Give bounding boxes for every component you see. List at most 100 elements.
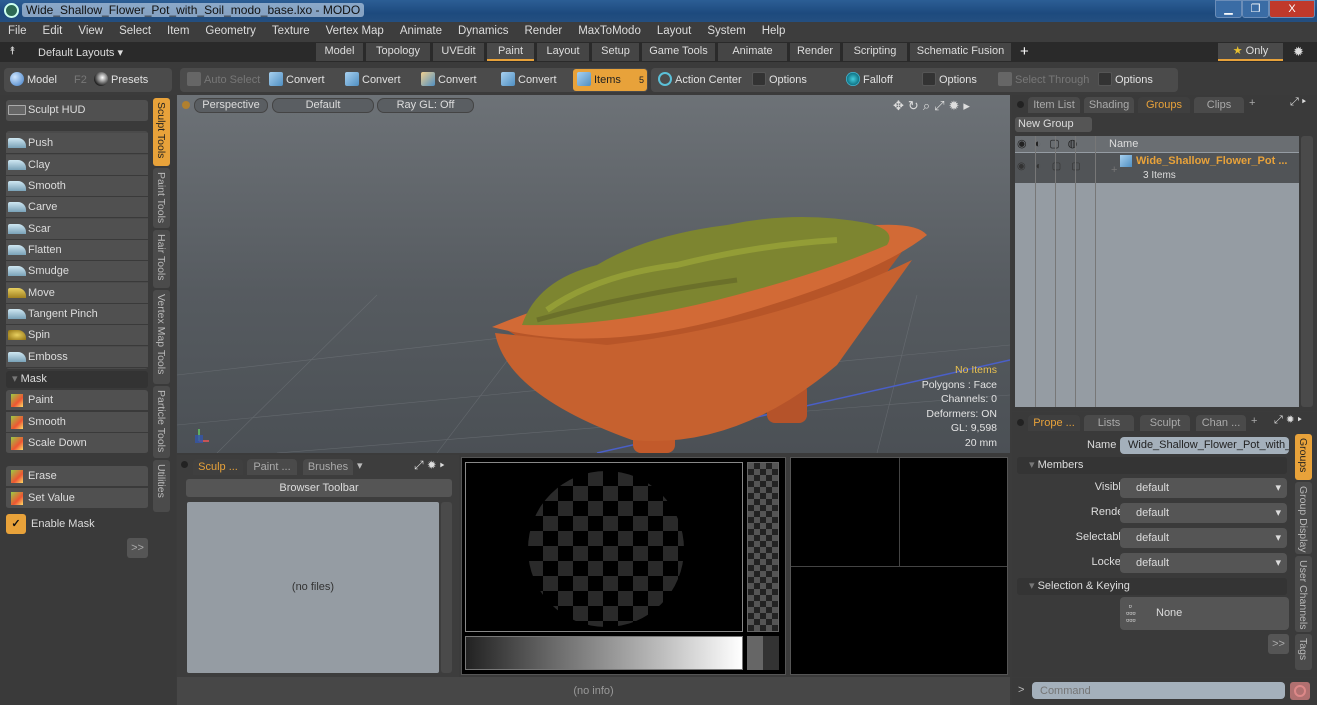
browser-tab-paint[interactable]: Paint ... [247, 459, 297, 475]
tool-smooth[interactable]: Smooth [6, 176, 148, 197]
locked-dropdown[interactable]: default [1120, 553, 1287, 573]
menu-animate[interactable]: Animate [392, 22, 450, 37]
eye-icon[interactable]: ◉ [1017, 138, 1035, 150]
tool-flatten[interactable]: Flatten [6, 240, 148, 261]
action-options-button[interactable]: Options [748, 69, 836, 91]
add-layout-button[interactable]: + [1020, 43, 1029, 60]
tool-smudge[interactable]: Smudge [6, 261, 148, 282]
browser-tab-sculpt[interactable]: Sculp ... [193, 459, 243, 475]
vtab-paint-tools[interactable]: Paint Tools [153, 168, 170, 228]
vtab-hair-tools[interactable]: Hair Tools [153, 230, 170, 288]
render-icon[interactable]: ◐ [1035, 138, 1050, 150]
layout-tab-scripting[interactable]: Scripting [843, 43, 907, 61]
view-mode-button[interactable]: Perspective [194, 98, 268, 113]
menu-select[interactable]: Select [111, 22, 159, 37]
render-dropdown[interactable]: default [1120, 503, 1287, 523]
tool-move[interactable]: Move [6, 283, 148, 304]
arrow-right-icon[interactable]: ▸ [963, 98, 974, 113]
vtab-tags[interactable]: Tags [1295, 634, 1312, 670]
maximize-icon[interactable]: ⤢ [414, 458, 424, 472]
gear-icon[interactable]: ✹ [1286, 414, 1295, 426]
vtab-group-display[interactable]: Group Display [1295, 482, 1312, 554]
record-button[interactable] [1290, 682, 1310, 700]
falloff-options-button[interactable]: Options [918, 69, 990, 91]
tab-lists[interactable]: Lists [1084, 415, 1134, 431]
panel-menu-icon[interactable] [1017, 419, 1024, 426]
menu-maxtomodo[interactable]: MaxToModo [570, 22, 649, 37]
render-icon[interactable]: ◐ [1036, 161, 1052, 172]
only-toggle[interactable]: ★ Only [1218, 43, 1283, 61]
arrow-right-icon[interactable]: ▸ [1302, 96, 1306, 108]
maximize-icon[interactable]: ⤢ [1274, 414, 1283, 426]
convert-vertices-button[interactable]: Convert [265, 69, 337, 91]
panel-menu-icon[interactable] [1017, 101, 1024, 108]
menu-file[interactable]: File [0, 22, 35, 37]
mask-section-header[interactable]: ▾ Mask [6, 371, 148, 388]
new-group-button[interactable]: New Group [1015, 117, 1092, 132]
more-properties-button[interactable]: >> [1268, 634, 1289, 654]
tab-clips[interactable]: Clips [1194, 97, 1244, 113]
eye-icon[interactable]: ◉ [1017, 161, 1036, 172]
vtab-utilities[interactable]: Utilities [153, 460, 170, 512]
maximize-icon[interactable]: ⤢ [934, 98, 948, 113]
select-options-button[interactable]: Options [1094, 69, 1174, 91]
items-mode-button[interactable]: Items 5 [573, 69, 647, 91]
auto-select-button[interactable]: Auto Select [183, 69, 263, 91]
tool-spin[interactable]: Spin [6, 325, 148, 346]
name-field[interactable]: Wide_Shallow_Flower_Pot_with_S [1120, 437, 1289, 454]
layout-tab-model[interactable]: Model [316, 43, 363, 61]
menu-geometry[interactable]: Geometry [197, 22, 264, 37]
menu-view[interactable]: View [70, 22, 111, 37]
browser-tabs-dropdown-icon[interactable]: ▾ [357, 459, 363, 472]
menu-render[interactable]: Render [516, 22, 570, 37]
mask-tool-erase[interactable]: Erase [6, 466, 148, 487]
tab-shading[interactable]: Shading [1084, 97, 1134, 113]
sculpt-hud-button[interactable]: Sculpt HUD [6, 100, 148, 122]
zoom-icon[interactable]: ⌕ [923, 98, 934, 113]
layout-tab-schematic-fusion[interactable]: Schematic Fusion [910, 43, 1011, 61]
layout-tab-setup[interactable]: Setup [592, 43, 639, 61]
panel-menu-icon[interactable] [181, 461, 188, 468]
convert-edges-button[interactable]: Convert [341, 69, 413, 91]
rotate-icon[interactable]: ↻ [908, 98, 923, 113]
layout-tab-render[interactable]: Render [790, 43, 840, 61]
convert-polygons-button[interactable]: Convert [417, 69, 489, 91]
add-tab-button[interactable]: + [1251, 415, 1257, 427]
tool-emboss[interactable]: Emboss [6, 347, 148, 368]
visible-dropdown[interactable]: default [1120, 478, 1287, 498]
more-tools-button[interactable]: >> [127, 538, 148, 558]
layout-tab-game-tools[interactable]: Game Tools [642, 43, 715, 61]
members-section-header[interactable]: ▾ Members [1017, 457, 1287, 474]
vtab-user-channels[interactable]: User Channels [1295, 556, 1312, 632]
layout-tab-topology[interactable]: Topology [366, 43, 430, 61]
viewport-menu-icon[interactable] [182, 101, 190, 109]
command-input[interactable] [1032, 682, 1285, 699]
expand-icon[interactable]: + [1111, 164, 1117, 176]
pan-icon[interactable]: ✥ [893, 98, 908, 113]
tool-carve[interactable]: Carve [6, 197, 148, 218]
close-button[interactable]: X [1269, 0, 1315, 18]
layout-tab-uvedit[interactable]: UVEdit [433, 43, 484, 61]
selectable-dropdown[interactable]: default [1120, 528, 1287, 548]
menu-system[interactable]: System [699, 22, 753, 37]
mask-tool-paint[interactable]: Paint [6, 390, 148, 411]
layout-tab-paint[interactable]: Paint [487, 43, 534, 61]
layout-tab-animate[interactable]: Animate [718, 43, 787, 61]
arrow-right-icon[interactable]: ▸ [1298, 414, 1302, 426]
tab-groups[interactable]: Groups [1138, 97, 1190, 113]
browser-tab-brushes[interactable]: Brushes [303, 459, 353, 475]
layout-up-icon[interactable]: ⯭ [9, 45, 16, 58]
menu-item[interactable]: Item [159, 22, 197, 37]
menu-edit[interactable]: Edit [35, 22, 71, 37]
shading-button[interactable]: Default [272, 98, 374, 113]
tool-scar[interactable]: Scar [6, 219, 148, 240]
select-through-button[interactable]: Select Through [994, 69, 1090, 91]
vtab-groups[interactable]: Groups [1295, 434, 1312, 480]
keying-button[interactable]: ▫ ▫▫▫ ▫▫▫ None [1120, 597, 1289, 630]
groups-scrollbar[interactable] [1301, 136, 1313, 407]
gear-icon[interactable]: ✹ [1293, 44, 1304, 60]
tool-tangent-pinch[interactable]: Tangent Pinch [6, 304, 148, 325]
menu-vertex-map[interactable]: Vertex Map [318, 22, 392, 37]
viewport-gear-icon[interactable]: ✹ [949, 98, 964, 113]
gear-icon[interactable]: ✹ [427, 458, 437, 472]
